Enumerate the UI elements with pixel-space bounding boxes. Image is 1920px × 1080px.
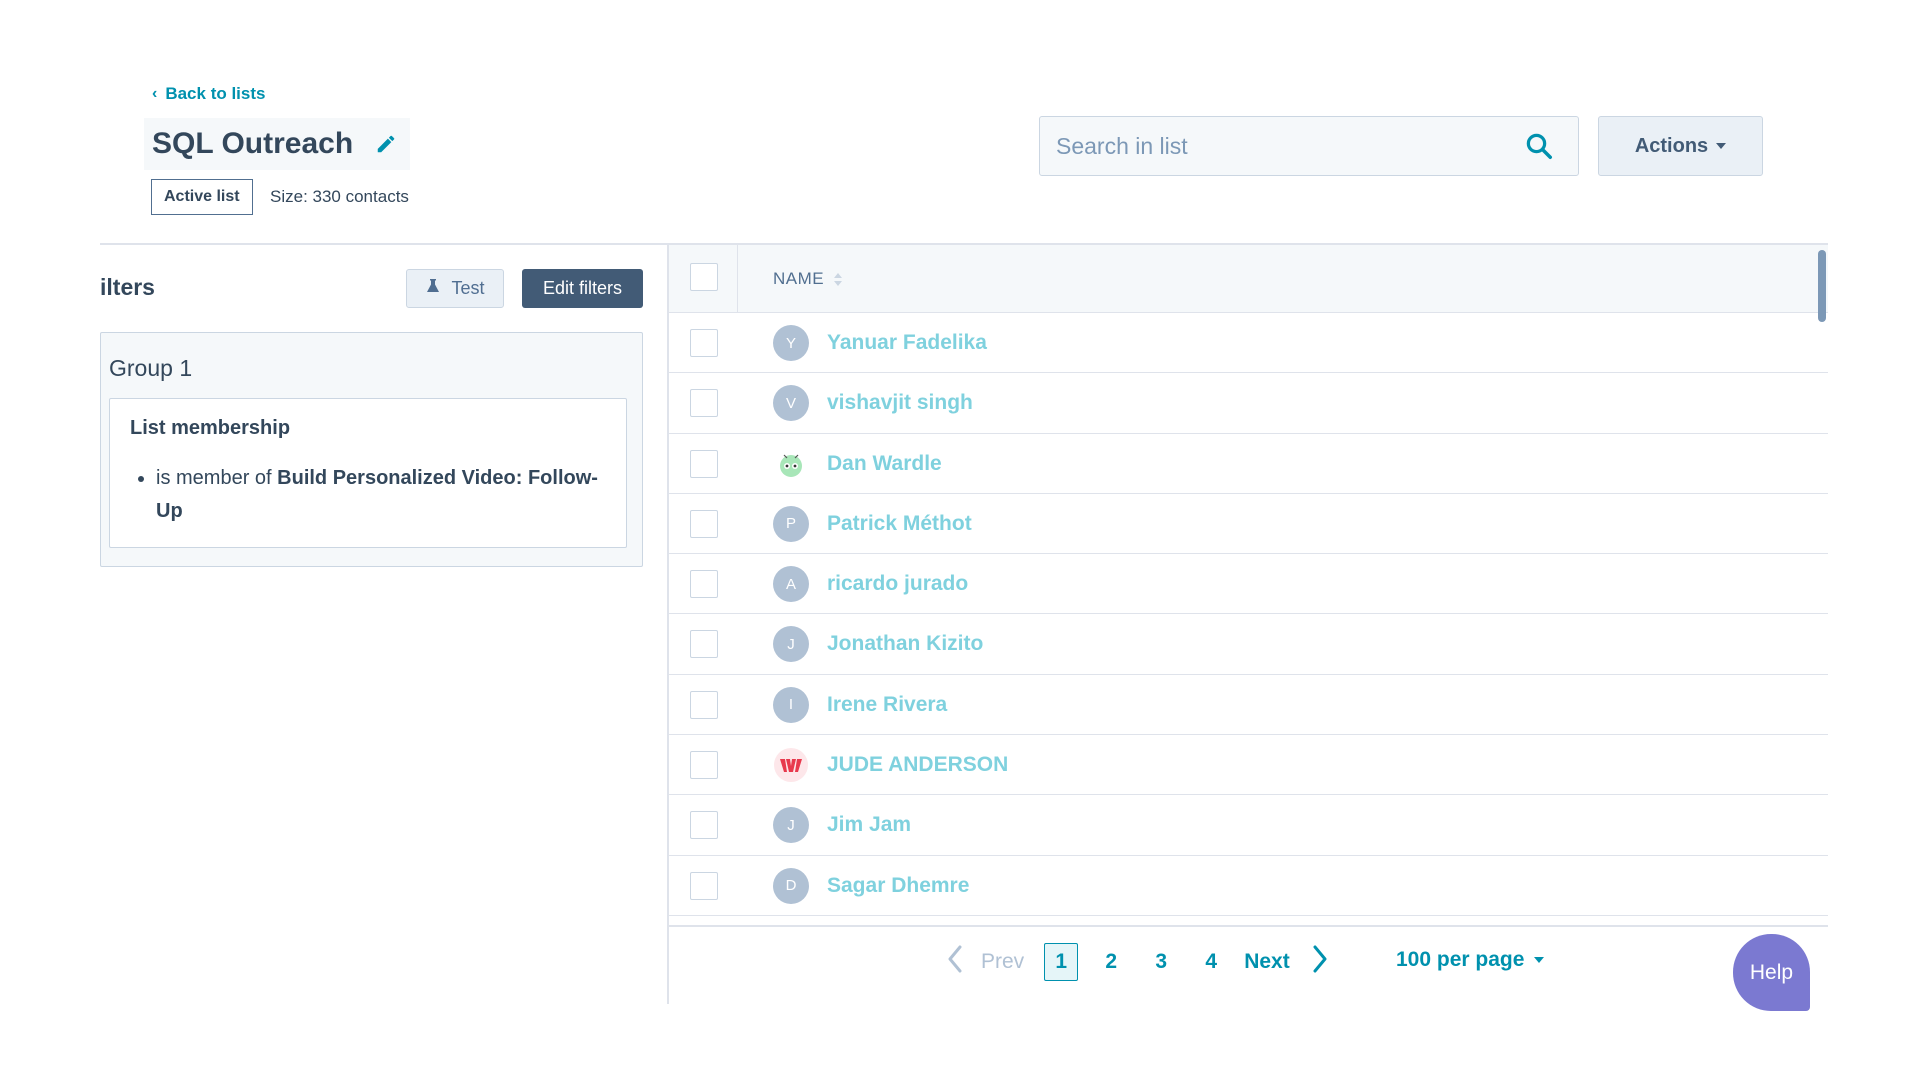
table-body: Y Yanuar Fadelika Vvishavjit singh Dan Ward…	[669, 313, 1828, 916]
contact-name-link[interactable]: vishavjit singh	[827, 391, 973, 415]
avatar: P	[773, 505, 809, 542]
page-numbers: 1234	[1036, 943, 1236, 981]
avatar: J	[773, 626, 809, 663]
filter-rule: is member of Build Personalized Video: F…	[156, 462, 606, 528]
table-row: J Jim Jam	[669, 795, 1828, 856]
search-icon[interactable]	[1524, 131, 1554, 161]
table-row: Dan Wardle	[669, 433, 1828, 494]
row-checkbox[interactable]	[690, 690, 718, 719]
select-all-checkbox[interactable]	[690, 263, 718, 291]
contacts-table: NAME Y Yanuar Fadelika Vvishavjit singh Dan…	[669, 245, 1828, 925]
list-size: Size: 330 contacts	[270, 187, 409, 206]
row-checkbox[interactable]	[690, 509, 718, 538]
list-membership-card: List membership is member of Build Perso…	[109, 398, 627, 548]
search-input[interactable]	[1040, 117, 1524, 175]
sort-icon	[834, 272, 843, 286]
table-row: D Sagar Dhemre	[669, 855, 1828, 916]
test-label: Test	[451, 278, 485, 298]
robot-avatar-icon	[773, 445, 809, 482]
page-number-4[interactable]: 4	[1194, 943, 1228, 981]
company-logo-icon	[773, 747, 809, 784]
prev-label: Prev	[981, 950, 1025, 973]
table-row: Aricardo jurado	[669, 554, 1828, 615]
caret-down-icon	[1534, 957, 1545, 963]
caret-down-icon	[1716, 143, 1727, 149]
table-row: J Jonathan Kizito	[669, 614, 1828, 675]
contact-name-link[interactable]: JUDE ANDERSON	[827, 753, 1008, 777]
row-checkbox[interactable]	[690, 630, 718, 659]
avatar: I	[773, 686, 809, 723]
avatar: Y	[773, 325, 809, 361]
row-checkbox[interactable]	[690, 751, 718, 780]
prev-page-button[interactable]: Prev	[947, 945, 1024, 979]
filter-rules: is member of Build Personalized Video: F…	[130, 462, 606, 528]
actions-label: Actions	[1634, 134, 1709, 157]
per-page-dropdown[interactable]: 100 per page	[1396, 948, 1545, 972]
flask-icon	[425, 278, 441, 299]
test-button[interactable]: Test	[406, 269, 504, 308]
chevron-left-icon: ‹	[152, 85, 158, 102]
contact-name-link[interactable]: Yanuar Fadelika	[827, 331, 987, 355]
search-box	[1039, 116, 1579, 176]
avatar: A	[773, 566, 809, 603]
next-label: Next	[1244, 950, 1290, 973]
chevron-right-icon	[1312, 945, 1328, 979]
list-type-badge: Active list	[151, 179, 253, 215]
table-row: JUDE ANDERSON	[669, 735, 1828, 796]
row-checkbox[interactable]	[690, 389, 718, 418]
per-page-label: 100 per page	[1396, 948, 1525, 971]
row-checkbox[interactable]	[690, 570, 718, 599]
actions-button[interactable]: Actions	[1598, 116, 1763, 176]
avatar: J	[773, 807, 809, 844]
row-checkbox[interactable]	[690, 449, 718, 478]
contact-name-link[interactable]: Jim Jam	[827, 813, 911, 837]
table-row: P Patrick Méthot	[669, 493, 1828, 555]
membership-title: List membership	[130, 417, 291, 439]
table-row: I Irene Rivera	[669, 674, 1828, 736]
row-checkbox[interactable]	[690, 329, 718, 357]
chevron-left-icon	[947, 945, 963, 979]
next-page-button[interactable]: Next	[1244, 945, 1328, 979]
avatar: V	[773, 385, 809, 422]
contact-name-link[interactable]: Irene Rivera	[827, 693, 947, 717]
table-header: NAME	[669, 245, 1828, 313]
contact-name-link[interactable]: Patrick Méthot	[827, 512, 972, 536]
page-number-1[interactable]: 1	[1044, 943, 1079, 981]
pencil-icon[interactable]	[375, 133, 397, 155]
pagination: Prev 1234 Next	[947, 942, 1328, 982]
avatar: D	[773, 867, 809, 904]
filter-group: Group 1 List membership is member of Bui…	[100, 332, 643, 567]
list-title-area: SQL Outreach	[144, 118, 410, 170]
row-checkbox[interactable]	[690, 871, 718, 900]
page-number-2[interactable]: 2	[1094, 943, 1128, 981]
rule-prefix: is member of	[156, 467, 272, 489]
page-title: SQL Outreach	[152, 127, 354, 160]
edit-filters-button[interactable]: Edit filters	[522, 269, 643, 308]
page-number-3[interactable]: 3	[1144, 943, 1178, 981]
back-link-label: Back to lists	[165, 84, 266, 103]
column-separator	[737, 245, 738, 313]
table-row: Vvishavjit singh	[669, 373, 1828, 434]
contact-name-link[interactable]: Jonathan Kizito	[827, 632, 983, 656]
back-to-lists-link[interactable]: ‹ Back to lists	[152, 84, 265, 104]
group-title: Group 1	[109, 355, 193, 381]
name-column-header[interactable]: NAME	[773, 269, 843, 289]
scrollbar-thumb[interactable]	[1818, 250, 1826, 322]
pagination-divider	[669, 925, 1828, 927]
row-checkbox[interactable]	[690, 811, 718, 840]
contact-name-link[interactable]: Sagar Dhemre	[827, 874, 969, 898]
name-column-label: NAME	[773, 269, 825, 288]
contact-name-link[interactable]: Dan Wardle	[827, 452, 942, 476]
table-row: Y Yanuar Fadelika	[669, 313, 1828, 374]
help-button[interactable]: Help	[1733, 934, 1810, 1011]
filters-heading: ilters	[100, 274, 155, 300]
contact-name-link[interactable]: ricardo jurado	[827, 572, 968, 596]
